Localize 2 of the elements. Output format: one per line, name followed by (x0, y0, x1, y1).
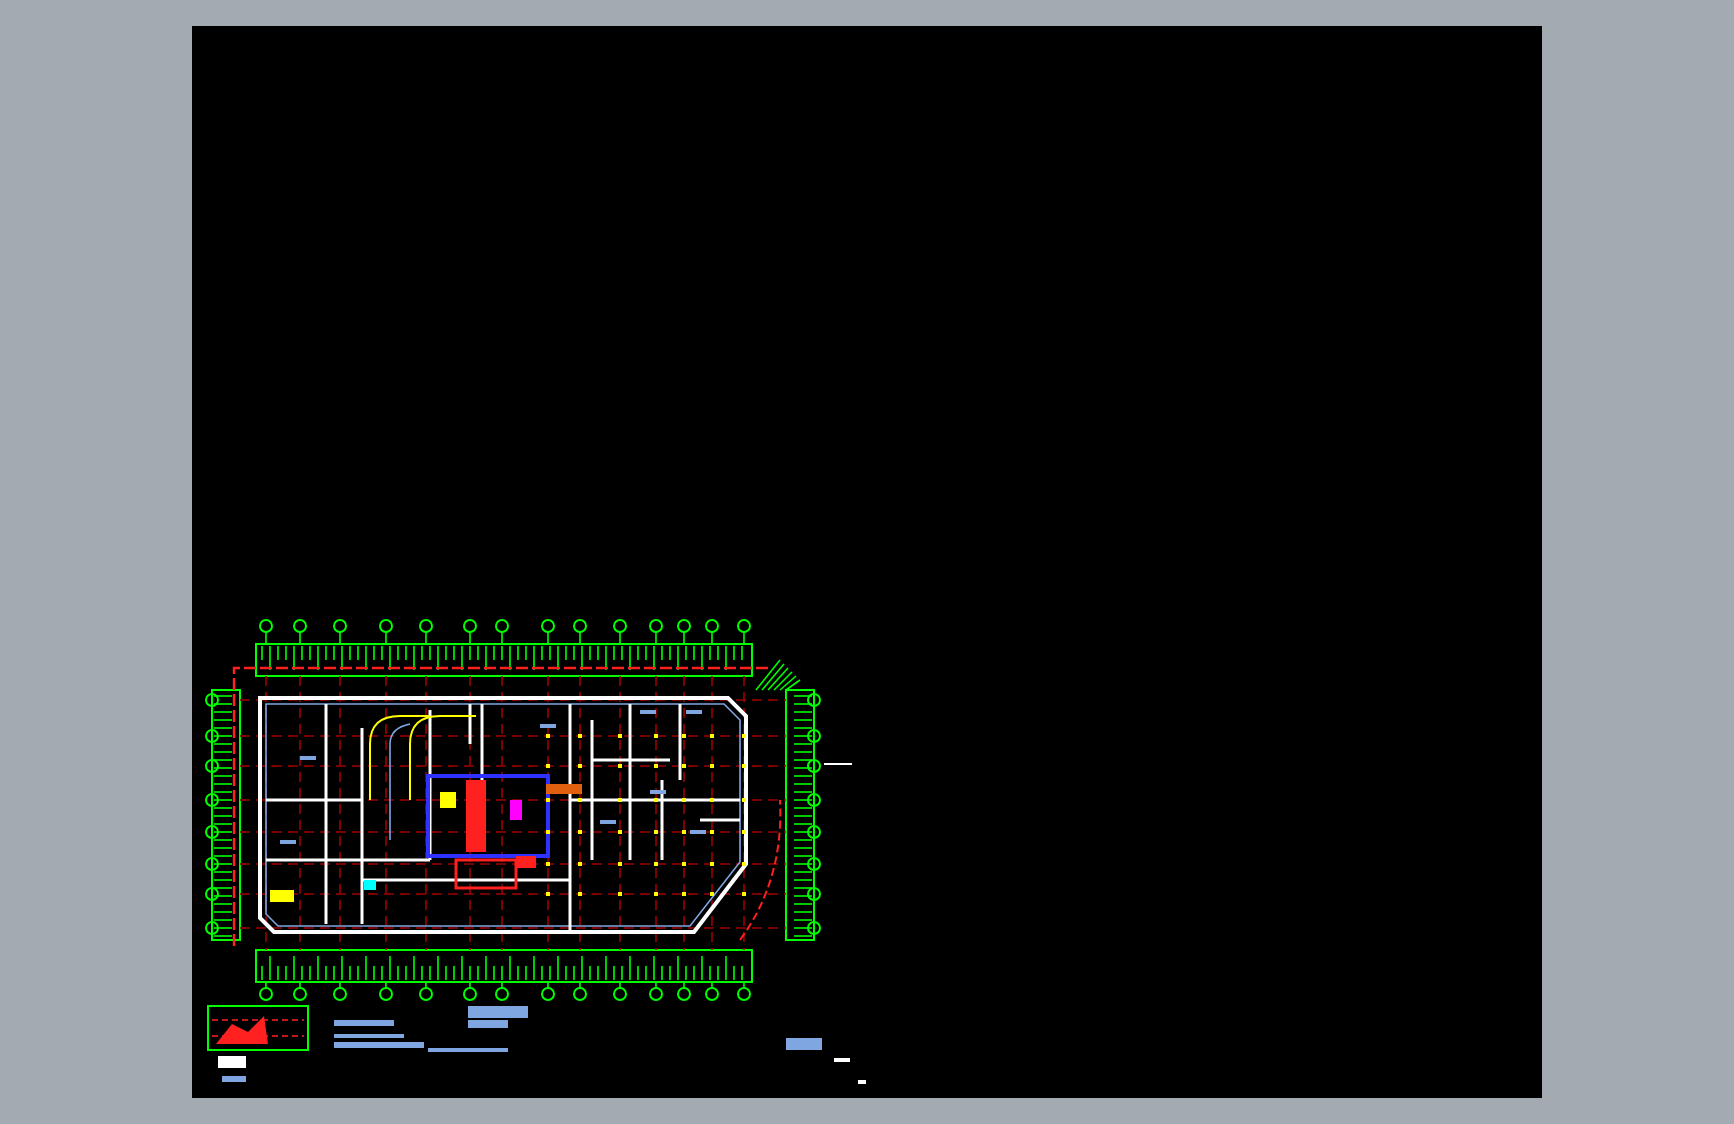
title-mark-drawing (786, 1038, 866, 1084)
key-plan-drawing (207, 1005, 309, 1082)
